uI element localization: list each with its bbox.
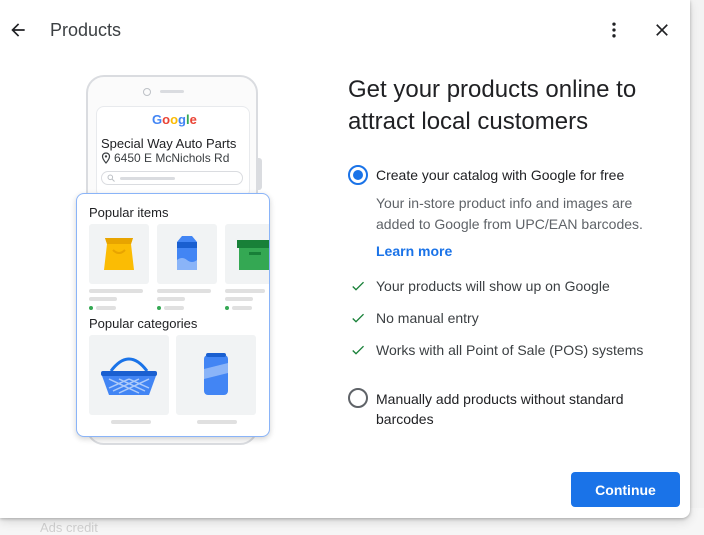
phone-camera-icon — [143, 88, 151, 96]
benefit-text: Your products will show up on Google — [376, 278, 610, 294]
check-icon — [352, 281, 364, 291]
availability-dot — [157, 306, 161, 310]
search-icon — [107, 174, 115, 182]
placeholder-line — [111, 420, 151, 424]
availability-dot — [225, 306, 229, 310]
benefit-item: Works with all Point of Sale (POS) syste… — [350, 342, 643, 358]
box-icon — [237, 240, 269, 270]
google-search-bar — [101, 171, 243, 185]
products-dialog: Products Google Special Way Auto Parts 6… — [0, 0, 690, 518]
category-tile — [89, 335, 169, 415]
google-logo-letter: o — [162, 112, 171, 127]
back-button[interactable] — [4, 14, 32, 46]
chips-bag-icon — [104, 238, 134, 270]
option-create-catalog-label[interactable]: Create your catalog with Google for free — [376, 165, 624, 185]
placeholder-line — [232, 306, 252, 310]
arrow-left-icon — [11, 23, 25, 37]
search-placeholder-line — [120, 177, 175, 180]
more-vert-icon — [612, 22, 616, 38]
popular-items-label: Popular items — [89, 205, 169, 220]
close-icon — [656, 24, 668, 36]
soda-can-icon — [204, 353, 228, 395]
placeholder-line — [89, 297, 117, 301]
google-logo-letter: o — [170, 112, 179, 127]
basket-icon — [101, 357, 157, 395]
phone-side-button — [258, 158, 262, 190]
placeholder-line — [157, 289, 211, 293]
placeholder-line — [225, 289, 265, 293]
phone-speaker — [160, 90, 184, 93]
continue-button[interactable]: Continue — [571, 472, 680, 507]
availability-dot — [89, 306, 93, 310]
placeholder-line — [225, 297, 253, 301]
check-icon — [352, 345, 364, 355]
learn-more-link[interactable]: Learn more — [376, 243, 452, 259]
category-tile — [176, 335, 256, 415]
popular-items-card: Popular items Popular categories — [76, 193, 270, 437]
store-address: 6450 E McNichols Rd — [101, 151, 229, 165]
google-logo-letter: g — [178, 112, 186, 127]
benefit-item: Your products will show up on Google — [350, 278, 610, 294]
benefit-item: No manual entry — [350, 310, 479, 326]
page-heading: Get your products online to attract loca… — [348, 76, 637, 135]
product-tile — [225, 224, 269, 284]
placeholder-line — [197, 420, 237, 424]
google-logo-letter: G — [152, 112, 163, 127]
placeholder-line — [89, 289, 143, 293]
radio-create-catalog[interactable] — [348, 165, 368, 185]
check-icon — [352, 313, 364, 323]
more-options-button[interactable] — [602, 16, 626, 44]
store-address-text: 6450 E McNichols Rd — [114, 151, 230, 165]
benefit-text: Works with all Point of Sale (POS) syste… — [376, 342, 644, 358]
placeholder-line — [96, 306, 116, 310]
radio-manual-add[interactable] — [348, 388, 368, 408]
option-manual-add-label[interactable]: Manually add products without standard b… — [376, 389, 666, 429]
location-pin-icon — [101, 152, 111, 164]
dialog-title: Products — [50, 20, 122, 40]
milk-carton-icon — [177, 236, 197, 270]
product-tile — [157, 224, 217, 284]
backdrop-hint-text: Ads credit — [40, 520, 98, 535]
benefit-text: No manual entry — [376, 310, 479, 326]
placeholder-line — [164, 306, 184, 310]
product-tile — [89, 224, 149, 284]
google-logo-letter: e — [189, 112, 197, 127]
placeholder-line — [157, 297, 185, 301]
close-button[interactable] — [648, 16, 676, 44]
option-create-catalog-description: Your in-store product info and images ar… — [376, 195, 643, 232]
google-logo: Google — [152, 112, 197, 127]
store-name: Special Way Auto Parts — [101, 136, 237, 151]
popular-categories-label: Popular categories — [89, 316, 198, 331]
